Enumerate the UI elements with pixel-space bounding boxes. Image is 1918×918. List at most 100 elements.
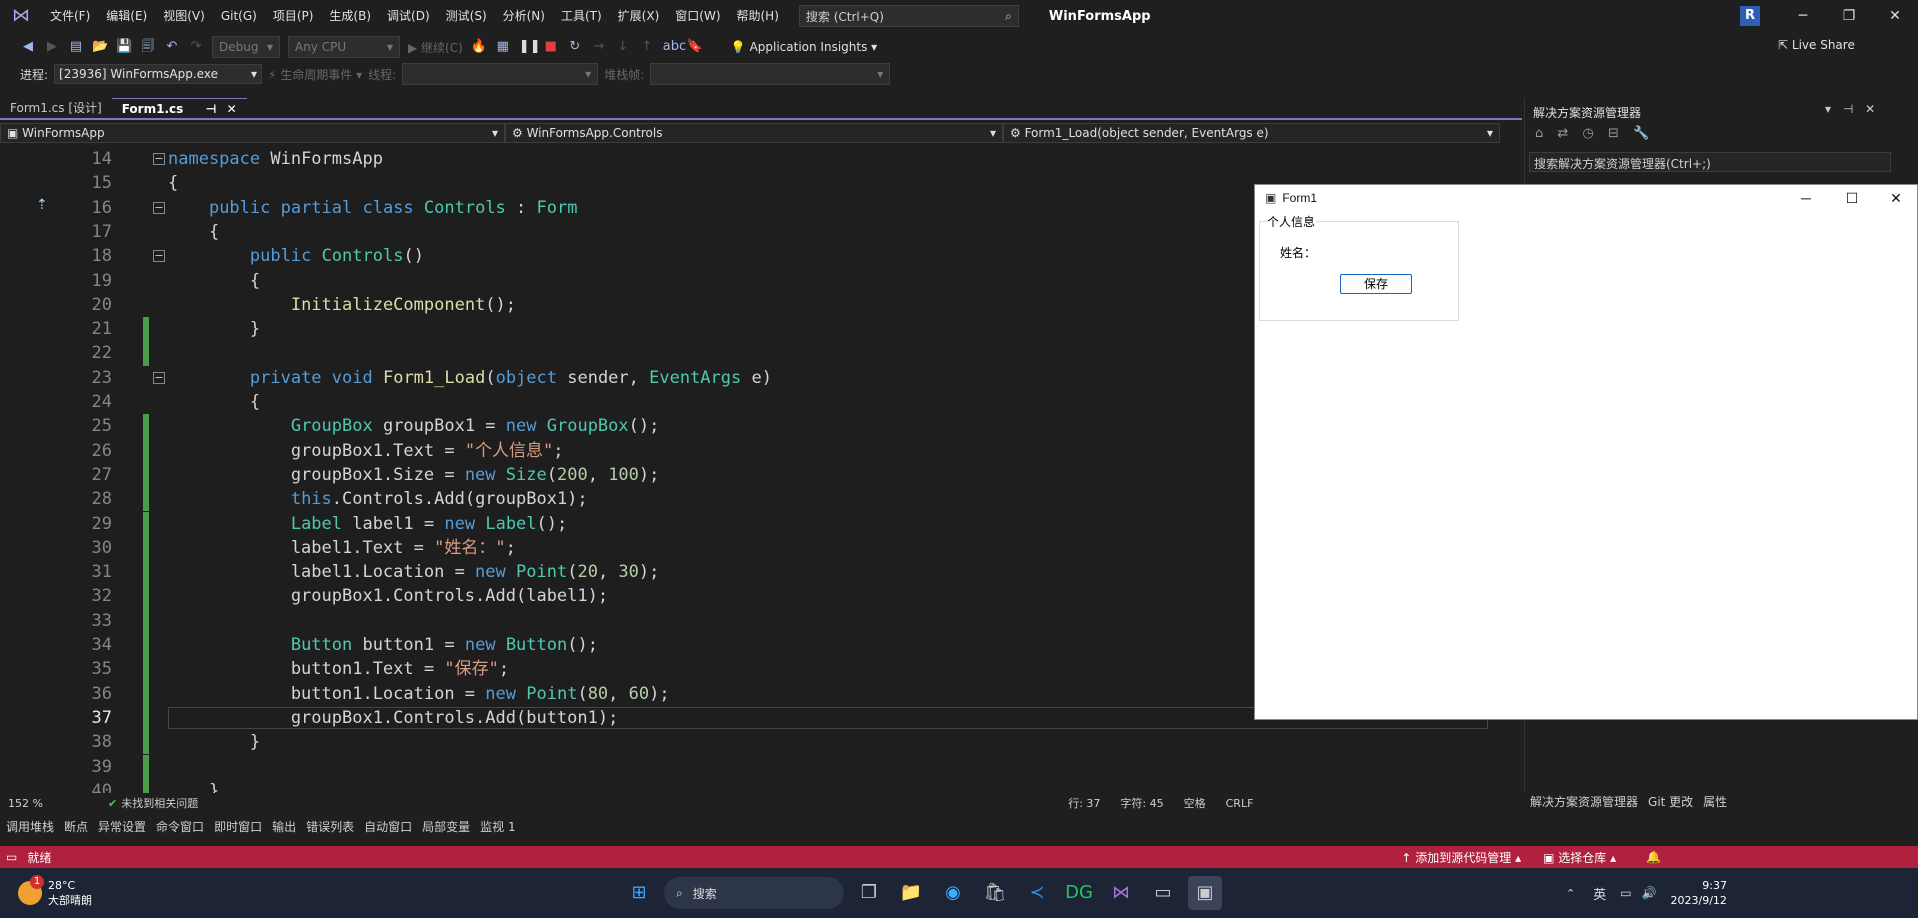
redo-icon[interactable]: ↷	[188, 39, 204, 55]
fold-toggle-icon[interactable]: −	[153, 371, 165, 384]
hot-reload-icon[interactable]: 🔥	[471, 39, 487, 55]
form1-app-icon[interactable]: ▣	[1188, 876, 1222, 910]
weather-widget[interactable]: 28°C 大部晴朗	[48, 878, 92, 908]
network-icon[interactable]: ▭	[1620, 886, 1631, 900]
tab-solution-explorer[interactable]: 解决方案资源管理器	[1530, 793, 1638, 813]
terminal-icon[interactable]: ▭	[1146, 876, 1180, 910]
back-icon[interactable]: ◀	[20, 39, 36, 55]
tab-command-window[interactable]: 命令窗口	[156, 818, 204, 838]
line-endings[interactable]: CRLF	[1226, 797, 1254, 810]
live-share-button[interactable]: ⇱ Live Share	[1778, 38, 1855, 52]
code-line[interactable]: 40 }	[0, 778, 1508, 793]
tab-git-changes[interactable]: Git 更改	[1648, 793, 1693, 813]
lifecycle-events[interactable]: ⚡ 生命周期事件 ▾	[268, 66, 362, 83]
stop-icon[interactable]: ■	[543, 39, 559, 55]
restore-icon[interactable]: ❐	[1826, 0, 1872, 32]
tab-exception-settings[interactable]: 异常设置	[98, 818, 146, 838]
save-icon[interactable]: 💾	[116, 39, 132, 55]
menu-build[interactable]: 生成(B)	[321, 0, 379, 32]
minimize-icon[interactable]: ─	[1783, 185, 1829, 211]
home-icon[interactable]: ⌂	[1535, 126, 1543, 141]
store-icon[interactable]: 🛍	[978, 876, 1012, 910]
tab-call-stack[interactable]: 调用堆栈	[6, 818, 54, 838]
tab-form1-designer[interactable]: Form1.cs [设计]	[0, 98, 112, 118]
collapse-all-icon[interactable]: ⊟	[1608, 126, 1619, 141]
layout-icon[interactable]: ▦	[495, 39, 511, 55]
fold-toggle-icon[interactable]: −	[153, 250, 165, 263]
continue-button[interactable]: ▶ 继续(C)	[408, 39, 463, 56]
windows-start-icon[interactable]: ⊞	[622, 876, 656, 910]
chevron-down-icon[interactable]: ▾	[1825, 102, 1831, 116]
tab-error-list[interactable]: 错误列表	[306, 818, 354, 838]
sync-icon[interactable]: ⇄	[1557, 126, 1568, 141]
tab-output[interactable]: 输出	[272, 818, 296, 838]
menu-window[interactable]: 窗口(W)	[667, 0, 728, 32]
task-view-icon[interactable]: ❐	[852, 876, 886, 910]
pin-icon[interactable]: ⊣	[205, 102, 216, 116]
open-icon[interactable]: 📂	[92, 39, 108, 55]
menu-debug[interactable]: 调试(D)	[379, 0, 438, 32]
properties-icon[interactable]: 🔧	[1633, 126, 1649, 141]
notification-bell-icon[interactable]: 🔔	[1646, 850, 1661, 864]
datagrip-icon[interactable]: DG	[1062, 876, 1096, 910]
code-line[interactable]: 38 }	[0, 730, 1508, 755]
menu-extensions[interactable]: 扩展(X)	[610, 0, 668, 32]
solution-search-input[interactable]: 搜索解决方案资源管理器(Ctrl+;)	[1529, 152, 1891, 172]
visual-studio-icon[interactable]: ⋈	[1104, 876, 1138, 910]
restart-icon[interactable]: ↻	[567, 39, 583, 55]
taskbar-search[interactable]: ⌕ 搜索	[664, 877, 844, 909]
ime-indicator[interactable]: 英	[1593, 884, 1606, 903]
step-into-icon[interactable]: ↓	[615, 39, 631, 55]
minimize-icon[interactable]: ─	[1780, 0, 1826, 32]
menu-test[interactable]: 测试(S)	[438, 0, 495, 32]
fold-toggle-icon[interactable]: −	[153, 153, 165, 165]
menu-file[interactable]: 文件(F)	[42, 0, 98, 32]
history-icon[interactable]: ◷	[1582, 126, 1593, 141]
step-out-icon[interactable]: ↑	[639, 39, 655, 55]
bookmark-icon[interactable]: 🔖	[687, 39, 703, 55]
close-icon[interactable]: ✕	[1865, 102, 1875, 116]
code-line[interactable]: 14 − namespace WinFormsApp	[0, 147, 1508, 171]
close-icon[interactable]: ✕	[1872, 0, 1918, 32]
tab-watch-1[interactable]: 监视 1	[480, 818, 515, 838]
step-over-icon[interactable]: →	[591, 39, 607, 55]
tab-locals[interactable]: 局部变量	[422, 818, 470, 838]
menu-git[interactable]: Git(G)	[213, 0, 265, 32]
undo-icon[interactable]: ↶	[164, 39, 180, 55]
issues-status[interactable]: 未找到相关问题	[121, 795, 198, 811]
avatar[interactable]: R	[1740, 6, 1760, 26]
tab-breakpoints[interactable]: 断点	[64, 818, 88, 838]
indent-mode[interactable]: 空格	[1184, 795, 1206, 811]
app-insights-button[interactable]: 💡 Application Insights ▾	[731, 40, 877, 54]
zoom-level[interactable]: 152 %	[8, 797, 68, 810]
tab-form1-code[interactable]: Form1.cs ⊣ ✕	[111, 98, 247, 118]
platform-dropdown[interactable]: Any CPU ▾	[288, 36, 400, 58]
tab-autos[interactable]: 自动窗口	[364, 818, 412, 838]
toolbox-side-tab[interactable]	[1898, 98, 1918, 158]
thread-dropdown[interactable]: ▾	[402, 63, 599, 85]
file-explorer-icon[interactable]: 📁	[894, 876, 928, 910]
stackframe-dropdown[interactable]: ▾	[650, 63, 891, 85]
maximize-icon[interactable]: ☐	[1829, 185, 1875, 211]
menu-edit[interactable]: 编辑(E)	[98, 0, 155, 32]
new-project-icon[interactable]: ▤	[68, 39, 84, 55]
save-all-icon[interactable]: 🗐	[140, 39, 156, 55]
fold-toggle-icon[interactable]: −	[153, 201, 165, 214]
menu-tools[interactable]: 工具(T)	[553, 0, 610, 32]
tray-chevron-icon[interactable]: ⌃	[1566, 887, 1575, 900]
clock[interactable]: 9:37 2023/9/12	[1671, 878, 1727, 908]
member-dropdown[interactable]: ⚙ Form1_Load(object sender, EventArgs e)…	[1003, 123, 1500, 143]
close-icon[interactable]: ✕	[1873, 185, 1918, 211]
project-dropdown[interactable]: ▣ WinFormsApp ▾	[0, 123, 505, 143]
type-dropdown[interactable]: ⚙ WinFormsApp.Controls ▾	[505, 123, 1003, 143]
menu-analyze[interactable]: 分析(N)	[495, 0, 553, 32]
vscode-icon[interactable]: ≺	[1020, 876, 1054, 910]
forward-icon[interactable]: ▶	[44, 39, 60, 55]
weather-icon[interactable]: 1	[18, 875, 44, 905]
edge-icon[interactable]: ◉	[936, 876, 970, 910]
pause-icon[interactable]: ❚❚	[519, 39, 541, 55]
menu-project[interactable]: 项目(P)	[265, 0, 322, 32]
close-icon[interactable]: ✕	[227, 102, 237, 116]
save-button[interactable]: 保存	[1340, 274, 1412, 294]
search-input[interactable]: 搜索 (Ctrl+Q) ⌕	[798, 5, 1019, 27]
